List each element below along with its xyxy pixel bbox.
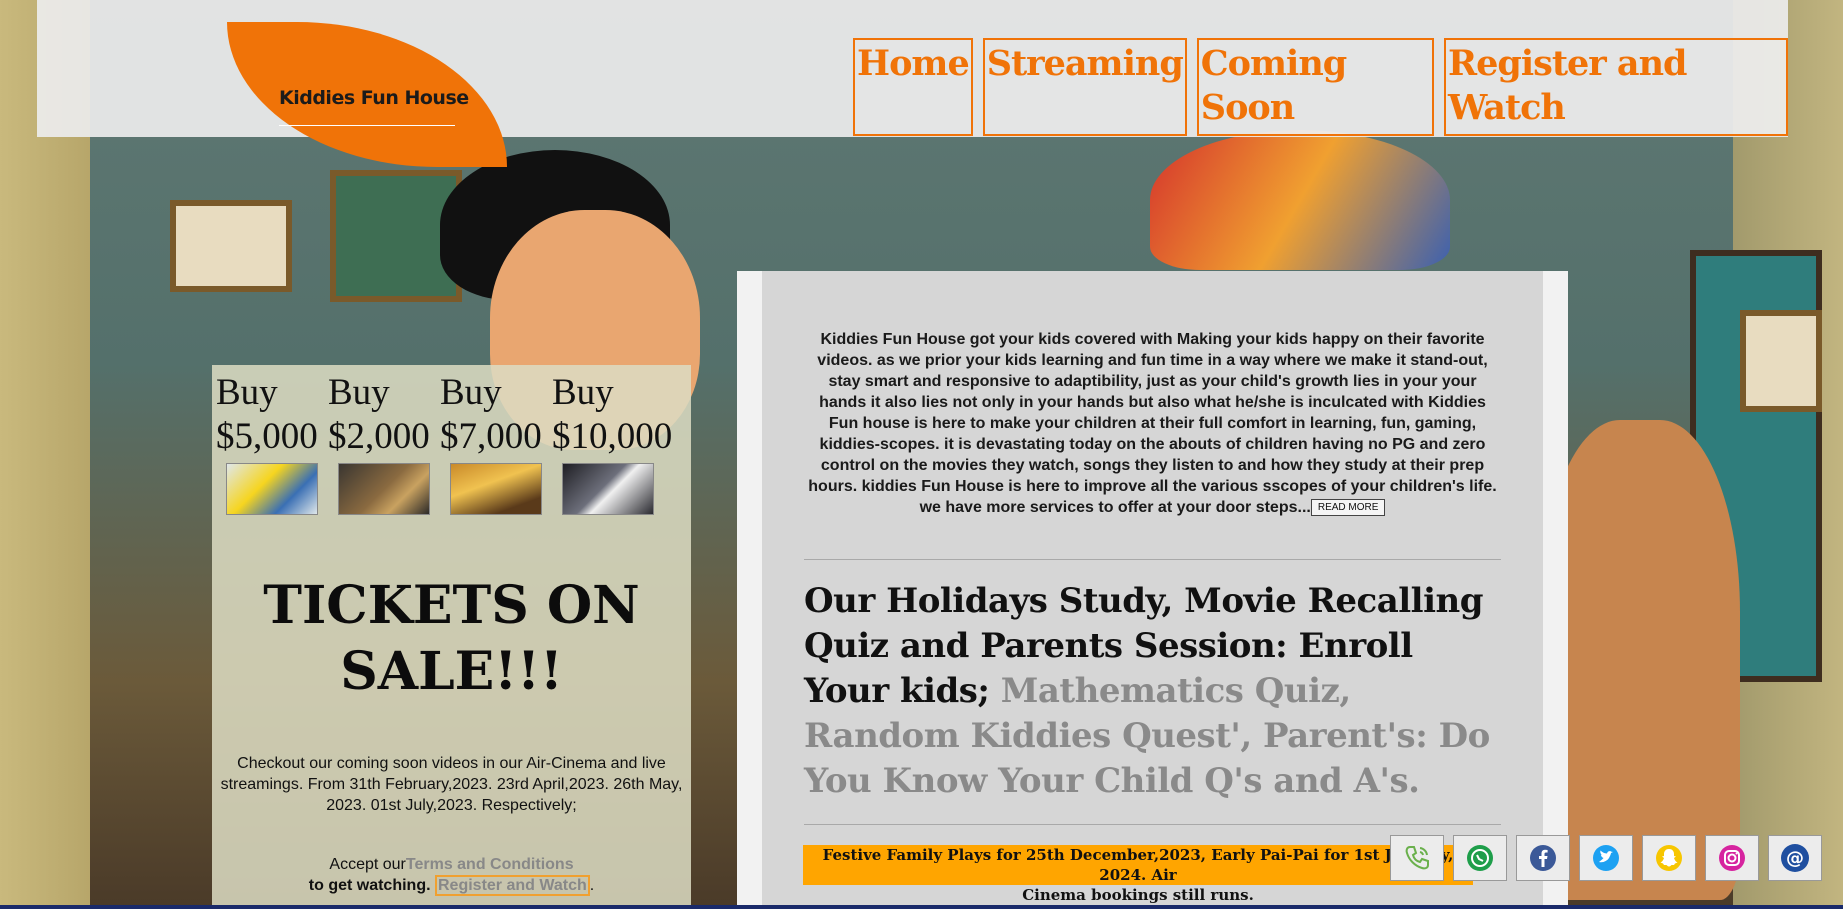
festive-banner: Festive Family Plays for 25th December,2…: [803, 845, 1473, 904]
about-paragraph: Kiddies Fun House got your kids covered …: [808, 331, 1497, 516]
movie-thumbnail[interactable]: [562, 463, 654, 515]
twitter-icon: [1593, 845, 1619, 871]
instagram-button[interactable]: [1705, 835, 1759, 881]
study-heading: Our Holidays Study, Movie Recalling Quiz…: [804, 579, 1501, 804]
whatsapp-icon: [1467, 845, 1493, 871]
buy-price: $5,000: [216, 416, 318, 457]
divider: [804, 559, 1501, 560]
tickets-description: Checkout our coming soon videos in our A…: [220, 755, 683, 814]
festive-line2: Cinema bookings still runs.: [1022, 886, 1254, 904]
watch-text: to get watching.: [308, 877, 431, 894]
phone-icon: [1405, 846, 1429, 870]
nav-home-link[interactable]: Home: [853, 38, 973, 136]
movie-thumbnail[interactable]: [450, 463, 542, 515]
nav-coming-soon-link[interactable]: Coming Soon: [1196, 38, 1435, 136]
register-link[interactable]: Register and Watch: [435, 875, 590, 896]
buy-price: $7,000: [440, 416, 542, 457]
buy-option[interactable]: Buy $5,000: [216, 371, 328, 515]
brand-name: Kiddies Fun House: [279, 87, 469, 109]
buy-option[interactable]: Buy $10,000: [552, 371, 673, 515]
terms-notice: Accept ourTerms and Conditions to get wa…: [212, 854, 691, 896]
logo-underline: [279, 125, 455, 126]
buy-label: Buy: [440, 372, 502, 413]
buy-option[interactable]: Buy $2,000: [328, 371, 440, 515]
snapchat-button[interactable]: [1642, 835, 1696, 881]
social-links: @: [1390, 835, 1822, 881]
terms-link[interactable]: Terms and Conditions: [406, 856, 574, 873]
buy-label: Buy: [328, 372, 390, 413]
buy-label: Buy: [552, 372, 614, 413]
accept-prefix: Accept our: [329, 856, 406, 873]
info-panel: Kiddies Fun House got your kids covered …: [737, 271, 1568, 909]
period: .: [589, 877, 595, 894]
tickets-panel: Buy $5,000 Buy $2,000 Buy $7,000 Buy $10…: [212, 365, 691, 909]
background-character: [1540, 420, 1740, 900]
background-picture-frame: [1740, 310, 1822, 412]
nav-register-link[interactable]: Register and Watch: [1444, 38, 1788, 136]
divider: [804, 824, 1501, 825]
phone-button[interactable]: [1390, 835, 1444, 881]
twitter-button[interactable]: [1579, 835, 1633, 881]
snapchat-icon: [1656, 845, 1682, 871]
bottom-bar: [0, 905, 1843, 909]
buy-options: Buy $5,000 Buy $2,000 Buy $7,000 Buy $10…: [216, 371, 673, 515]
tickets-headline-line2: SALE!!!: [340, 641, 563, 702]
background-parrot: [1150, 130, 1450, 270]
movie-thumbnail[interactable]: [338, 463, 430, 515]
facebook-icon: [1530, 845, 1556, 871]
tickets-headline: TICKETS ON SALE!!!: [212, 573, 691, 705]
site-header: Kiddies Fun House Home Streaming Coming …: [37, 0, 1788, 167]
festive-line1: Festive Family Plays for 25th December,2…: [822, 846, 1454, 884]
main-nav: Home Streaming Coming Soon Register and …: [853, 38, 1788, 136]
buy-price: $2,000: [328, 416, 430, 457]
facebook-button[interactable]: [1516, 835, 1570, 881]
buy-option[interactable]: Buy $7,000: [440, 371, 552, 515]
nav-streaming-link[interactable]: Streaming: [982, 38, 1187, 136]
email-icon: @: [1781, 844, 1809, 872]
whatsapp-button[interactable]: [1453, 835, 1507, 881]
svg-text:@: @: [1786, 848, 1804, 869]
movie-thumbnail[interactable]: [226, 463, 318, 515]
background-picture-frame: [170, 200, 292, 292]
buy-label: Buy: [216, 372, 278, 413]
email-button[interactable]: @: [1768, 835, 1822, 881]
read-more-button[interactable]: READ MORE: [1310, 499, 1386, 517]
about-text: Kiddies Fun House got your kids covered …: [804, 329, 1501, 518]
tickets-headline-line1: TICKETS ON: [263, 575, 640, 636]
info-content: Kiddies Fun House got your kids covered …: [762, 271, 1543, 909]
instagram-icon: [1719, 845, 1745, 871]
buy-price: $10,000: [552, 416, 673, 457]
